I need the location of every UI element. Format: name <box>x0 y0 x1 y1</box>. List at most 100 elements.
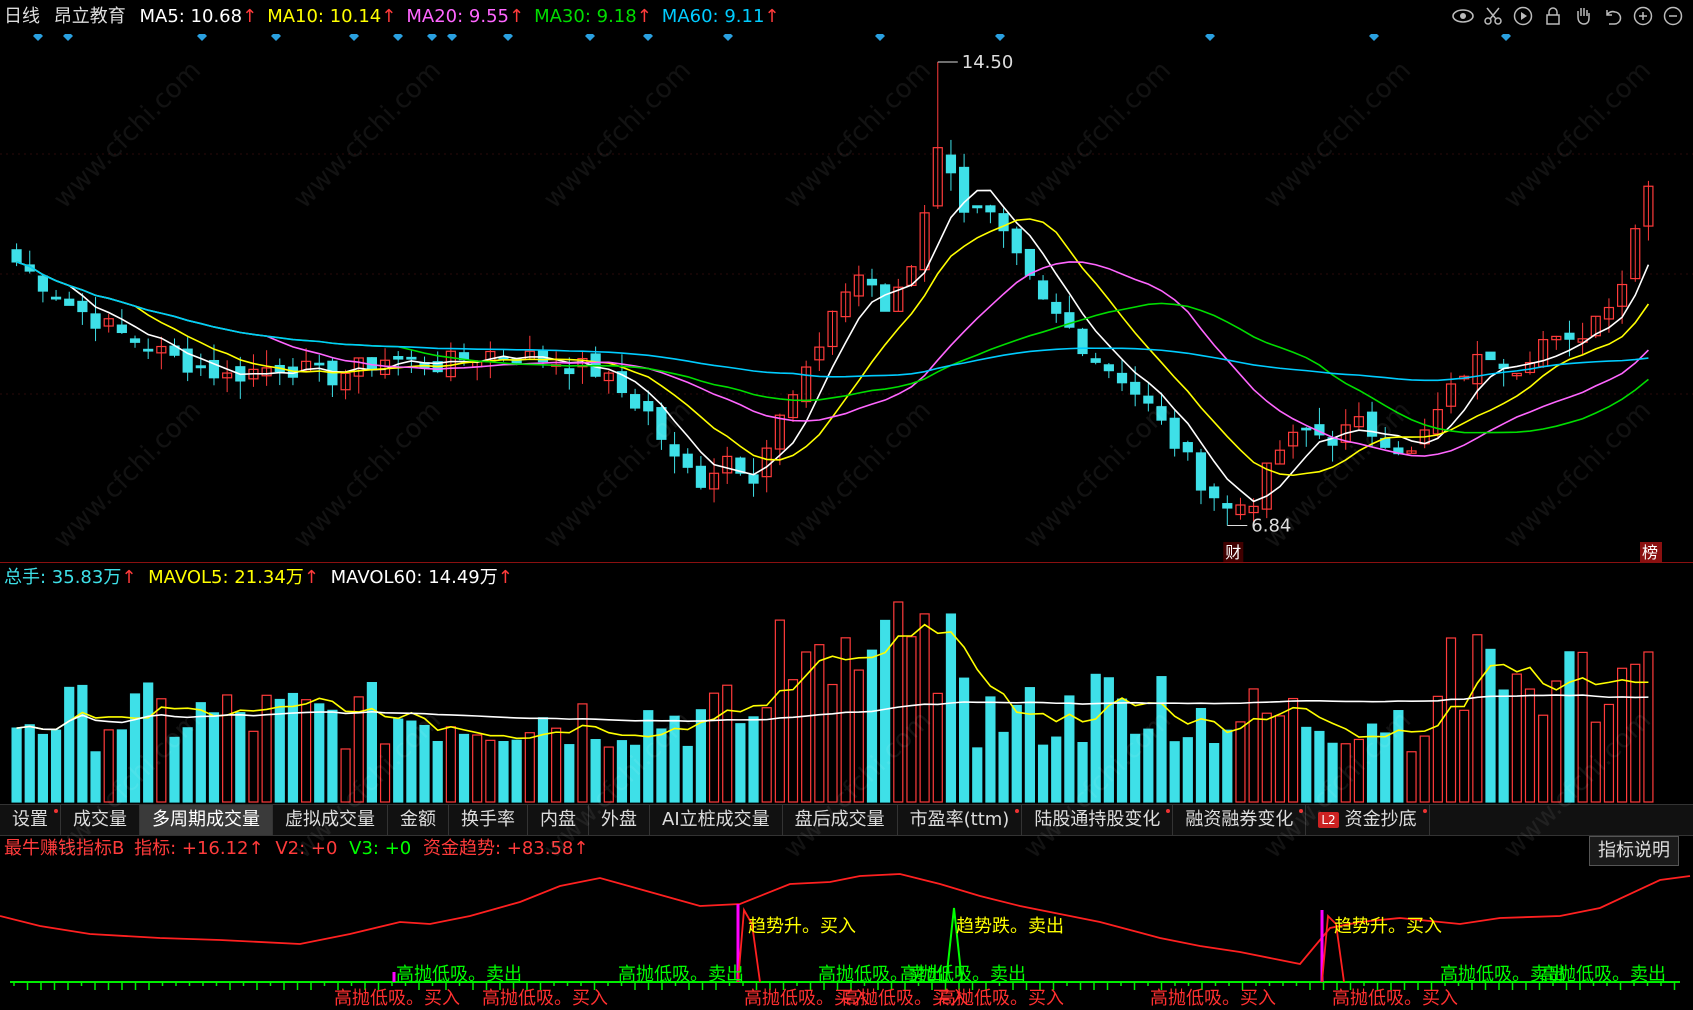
tab-9[interactable]: 盘后成交量 <box>783 805 898 835</box>
volume-bar <box>1327 742 1338 803</box>
scissors-icon[interactable] <box>1481 4 1505 28</box>
tab-8[interactable]: AI立桩成交量 <box>650 805 783 835</box>
sell-spike <box>945 907 963 983</box>
volume-bar <box>853 669 864 803</box>
candle-body <box>564 368 575 375</box>
notification-dot <box>1166 809 1171 813</box>
candle-body <box>50 296 62 300</box>
tab-13[interactable]: L2 资金抄底 <box>1306 805 1430 835</box>
event-diamond-marker <box>723 34 733 41</box>
tab-12[interactable]: 融资融券变化 <box>1173 805 1307 835</box>
volume-bar <box>1064 695 1075 803</box>
candle-body <box>1143 395 1154 404</box>
indicator-tab-bar: 设置 成交量 多周期成交量 虚拟成交量 金额 换手率 内盘 外盘 AI立桩成交量 盘后成交量 市盈率… <box>0 804 1693 836</box>
volume-bar <box>287 692 299 803</box>
volume-bar <box>458 733 470 803</box>
volume-bar <box>998 731 1009 803</box>
volume-bar <box>103 729 114 803</box>
tab-5[interactable]: 换手率 <box>449 805 528 835</box>
volume-bar <box>419 724 430 803</box>
tab-4[interactable]: 金额 <box>388 805 449 835</box>
volume-bar <box>932 692 943 803</box>
indicator-help-button[interactable]: 指标说明 <box>1589 836 1679 866</box>
candle-body <box>393 356 404 360</box>
volume-bar <box>195 702 206 803</box>
chart-toolbar <box>1451 4 1685 28</box>
tab-6[interactable]: 内盘 <box>528 805 589 835</box>
price-candlestick-chart[interactable]: 14.50 6.84 财 榜 <box>0 34 1693 562</box>
event-diamond-marker <box>447 34 457 41</box>
volume-bar <box>379 743 391 803</box>
up-arrow-icon: ↑ <box>248 838 264 859</box>
zoom-out-icon[interactable] <box>1661 4 1685 28</box>
volume-bar <box>1301 726 1312 803</box>
volume-bar <box>761 707 772 803</box>
volume-bar <box>1643 651 1654 803</box>
lock-icon[interactable] <box>1541 4 1565 28</box>
candle-body <box>1077 328 1088 355</box>
volume-bar <box>116 729 127 803</box>
volume-bar <box>445 726 456 803</box>
event-diamond-marker <box>1205 34 1215 41</box>
ma-legend-item: MA60: 9.11 <box>661 6 765 27</box>
candle-body <box>945 154 957 174</box>
ma-legend-item: MA20: 9.55 <box>406 6 509 27</box>
tab-0[interactable]: 设置 <box>0 805 61 835</box>
indicator-chart[interactable] <box>0 864 1693 1010</box>
tab-3[interactable]: 虚拟成交量 <box>273 805 388 835</box>
volume-bar <box>708 692 720 803</box>
high-price-label: 14.50 <box>962 52 1014 73</box>
tab-2[interactable]: 多周期成交量 <box>140 805 273 835</box>
volume-bar <box>208 712 220 803</box>
event-diamond-marker <box>875 34 885 41</box>
volume-bar <box>1590 721 1601 803</box>
tab-label: 融资融券变化 <box>1185 809 1294 830</box>
eye-icon[interactable] <box>1451 4 1475 28</box>
volume-bar <box>945 613 957 803</box>
volume-bar <box>1314 730 1325 803</box>
tab-label: 外盘 <box>601 809 637 830</box>
candle-body <box>90 313 101 329</box>
candle-body <box>1103 364 1114 372</box>
tab-label: 市盈率(ttm) <box>909 809 1010 830</box>
hand-icon[interactable] <box>1571 4 1595 28</box>
ma-legend-item: MA30: 9.18 <box>534 6 637 27</box>
tab-7[interactable]: 外盘 <box>589 805 650 835</box>
volume-bar <box>340 748 351 803</box>
volume-bar-chart[interactable] <box>0 590 1693 804</box>
event-diamond-marker <box>1501 34 1511 41</box>
indicator-pane-header: 最牛赚钱指标B 指标: +16.12↑ V2: +0 V3: +0 资金趋势: … <box>4 836 588 862</box>
volume-bar <box>682 745 693 803</box>
volume-bar <box>169 736 180 803</box>
volume-bar <box>1538 714 1549 803</box>
tab-1[interactable]: 成交量 <box>61 805 140 835</box>
event-diamond-marker <box>33 34 43 41</box>
volume-bar <box>1182 737 1193 803</box>
period-label[interactable]: 日线 <box>4 6 40 27</box>
volume-bar <box>327 709 338 803</box>
tab-11[interactable]: 陆股通持股变化 <box>1022 805 1174 835</box>
indicator-name[interactable]: 最牛赚钱指标B <box>4 838 124 859</box>
undo-icon[interactable] <box>1601 4 1625 28</box>
candle-body <box>695 465 707 488</box>
svg-text:榜: 榜 <box>1642 543 1658 562</box>
tab-label: 金额 <box>400 809 436 830</box>
v2-value: V2: +0 <box>275 838 338 859</box>
zoom-in-icon[interactable] <box>1631 4 1655 28</box>
volume-bar <box>524 732 535 803</box>
volume-bar <box>1077 742 1088 803</box>
volume-bar <box>1393 710 1404 803</box>
volume-bar <box>50 729 62 803</box>
up-arrow-icon: ↑ <box>636 6 652 27</box>
tab-label: 虚拟成交量 <box>285 809 375 830</box>
tab-10[interactable]: 市盈率(ttm) <box>898 805 1023 835</box>
volume-bar <box>485 739 496 803</box>
event-diamond-marker <box>197 34 207 41</box>
event-diamond-marker <box>643 34 653 41</box>
volume-bar <box>616 740 628 803</box>
candle-body <box>195 365 206 369</box>
volume-bar <box>129 693 141 803</box>
play-icon[interactable] <box>1511 4 1535 28</box>
candle-body <box>129 338 141 343</box>
volume-bar <box>1116 698 1128 803</box>
